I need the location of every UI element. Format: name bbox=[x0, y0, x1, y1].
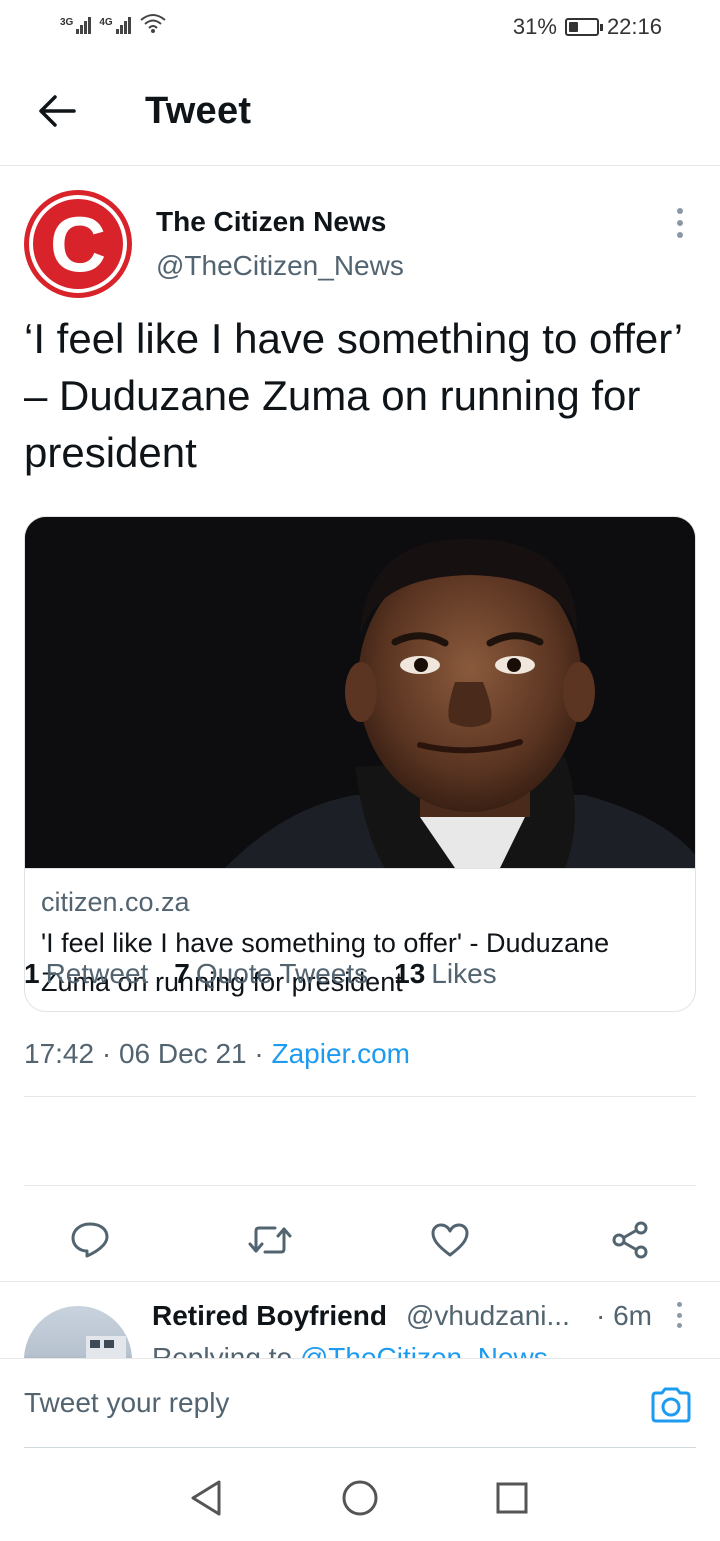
reply-preview[interactable]: Retired Boyfriend @vhudzani... · 6m Repl… bbox=[0, 1282, 720, 1358]
likes-count: 13 bbox=[394, 958, 426, 989]
likes-label: Likes bbox=[431, 958, 497, 989]
clock: 22:16 bbox=[606, 14, 662, 39]
reply-icon bbox=[71, 1222, 109, 1258]
tweet-timestamp: 17:42 · 06 Dec 21 · Zapier.com bbox=[24, 1038, 411, 1069]
reply-time: · 6m bbox=[596, 1300, 652, 1331]
more-options-icon[interactable] bbox=[670, 208, 690, 238]
tweet-date: 06 Dec 21 bbox=[118, 1038, 247, 1069]
signal-3g-icon: 3G bbox=[60, 17, 92, 34]
quotes-count: 7 bbox=[174, 958, 190, 989]
like-button[interactable] bbox=[422, 1212, 478, 1268]
page-title: Tweet bbox=[145, 90, 252, 132]
triangle-back-icon bbox=[191, 1480, 221, 1516]
square-recents-icon bbox=[496, 1482, 528, 1514]
card-domain: citizen.co.za bbox=[41, 887, 190, 917]
reply-composer bbox=[0, 1358, 720, 1449]
retweet-button[interactable] bbox=[242, 1212, 298, 1268]
signal-indicators: 3G 4G bbox=[60, 12, 167, 34]
reply-more-icon[interactable] bbox=[672, 1302, 686, 1328]
quotes-label: Quote Tweets bbox=[195, 958, 369, 989]
citizen-logo: C bbox=[29, 195, 127, 293]
replying-mention[interactable]: @TheCitizen_News bbox=[300, 1342, 548, 1358]
retweets-stat[interactable]: 1 Retweet bbox=[24, 958, 148, 990]
system-nav-bar bbox=[0, 1448, 720, 1541]
reply-avatar[interactable] bbox=[24, 1306, 132, 1358]
replying-prefix: Replying to bbox=[152, 1342, 293, 1358]
share-icon bbox=[612, 1221, 648, 1259]
retweets-count: 1 bbox=[24, 958, 40, 989]
status-right: 31% 22:16 bbox=[513, 14, 662, 40]
battery-icon bbox=[564, 18, 603, 36]
signal-3g-label: 3G bbox=[60, 17, 74, 28]
quotes-stat[interactable]: 7 Quote Tweets bbox=[174, 958, 368, 990]
top-app-bar: Tweet bbox=[0, 56, 720, 166]
tweet-time: 17:42 bbox=[24, 1038, 95, 1069]
nav-back-button[interactable] bbox=[186, 1478, 226, 1518]
share-button[interactable] bbox=[602, 1212, 658, 1268]
tweet-stats: 1 Retweet 7 Quote Tweets 13 Likes bbox=[24, 958, 497, 990]
card-meta: citizen.co.za 'I feel like I have someth… bbox=[25, 868, 695, 1011]
nav-home-button[interactable] bbox=[340, 1478, 380, 1518]
divider bbox=[24, 1185, 696, 1186]
author-name[interactable]: The Citizen News bbox=[156, 206, 386, 238]
replying-to: Replying to @TheCitizen_News bbox=[152, 1342, 548, 1358]
reply-button[interactable] bbox=[62, 1212, 118, 1268]
arrow-left-icon bbox=[39, 95, 76, 127]
tweet-text: ‘I feel like I have something to offer’ … bbox=[24, 315, 682, 476]
divider bbox=[24, 1096, 696, 1097]
tweet-source[interactable]: Zapier.com bbox=[272, 1038, 411, 1069]
camera-icon bbox=[651, 1387, 691, 1423]
heart-icon bbox=[431, 1223, 469, 1257]
camera-button[interactable] bbox=[650, 1387, 692, 1423]
signal-4g-icon: 4G bbox=[99, 17, 131, 34]
battery-percent: 31% bbox=[512, 14, 557, 39]
back-button[interactable] bbox=[32, 86, 82, 136]
reply-author-name[interactable]: Retired Boyfriend bbox=[152, 1300, 387, 1332]
reply-input[interactable] bbox=[24, 1359, 644, 1447]
nav-recents-button[interactable] bbox=[492, 1478, 532, 1518]
retweet-icon bbox=[248, 1226, 292, 1254]
status-bar: 3G 4G 31% 22:16 bbox=[0, 0, 720, 56]
likes-stat[interactable]: 13 Likes bbox=[394, 958, 497, 990]
signal-4g-label: 4G bbox=[99, 17, 113, 28]
reply-author-handle[interactable]: @vhudzani... bbox=[406, 1300, 570, 1332]
action-bar bbox=[0, 1200, 720, 1280]
author-handle[interactable]: @TheCitizen_News bbox=[156, 250, 404, 282]
author-avatar[interactable]: C bbox=[24, 190, 132, 298]
link-card[interactable]: citizen.co.za 'I feel like I have someth… bbox=[24, 516, 696, 1012]
wifi-icon bbox=[140, 14, 166, 33]
circle-home-icon bbox=[342, 1480, 378, 1516]
retweets-label: Retweet bbox=[45, 958, 149, 989]
card-image bbox=[25, 517, 695, 868]
